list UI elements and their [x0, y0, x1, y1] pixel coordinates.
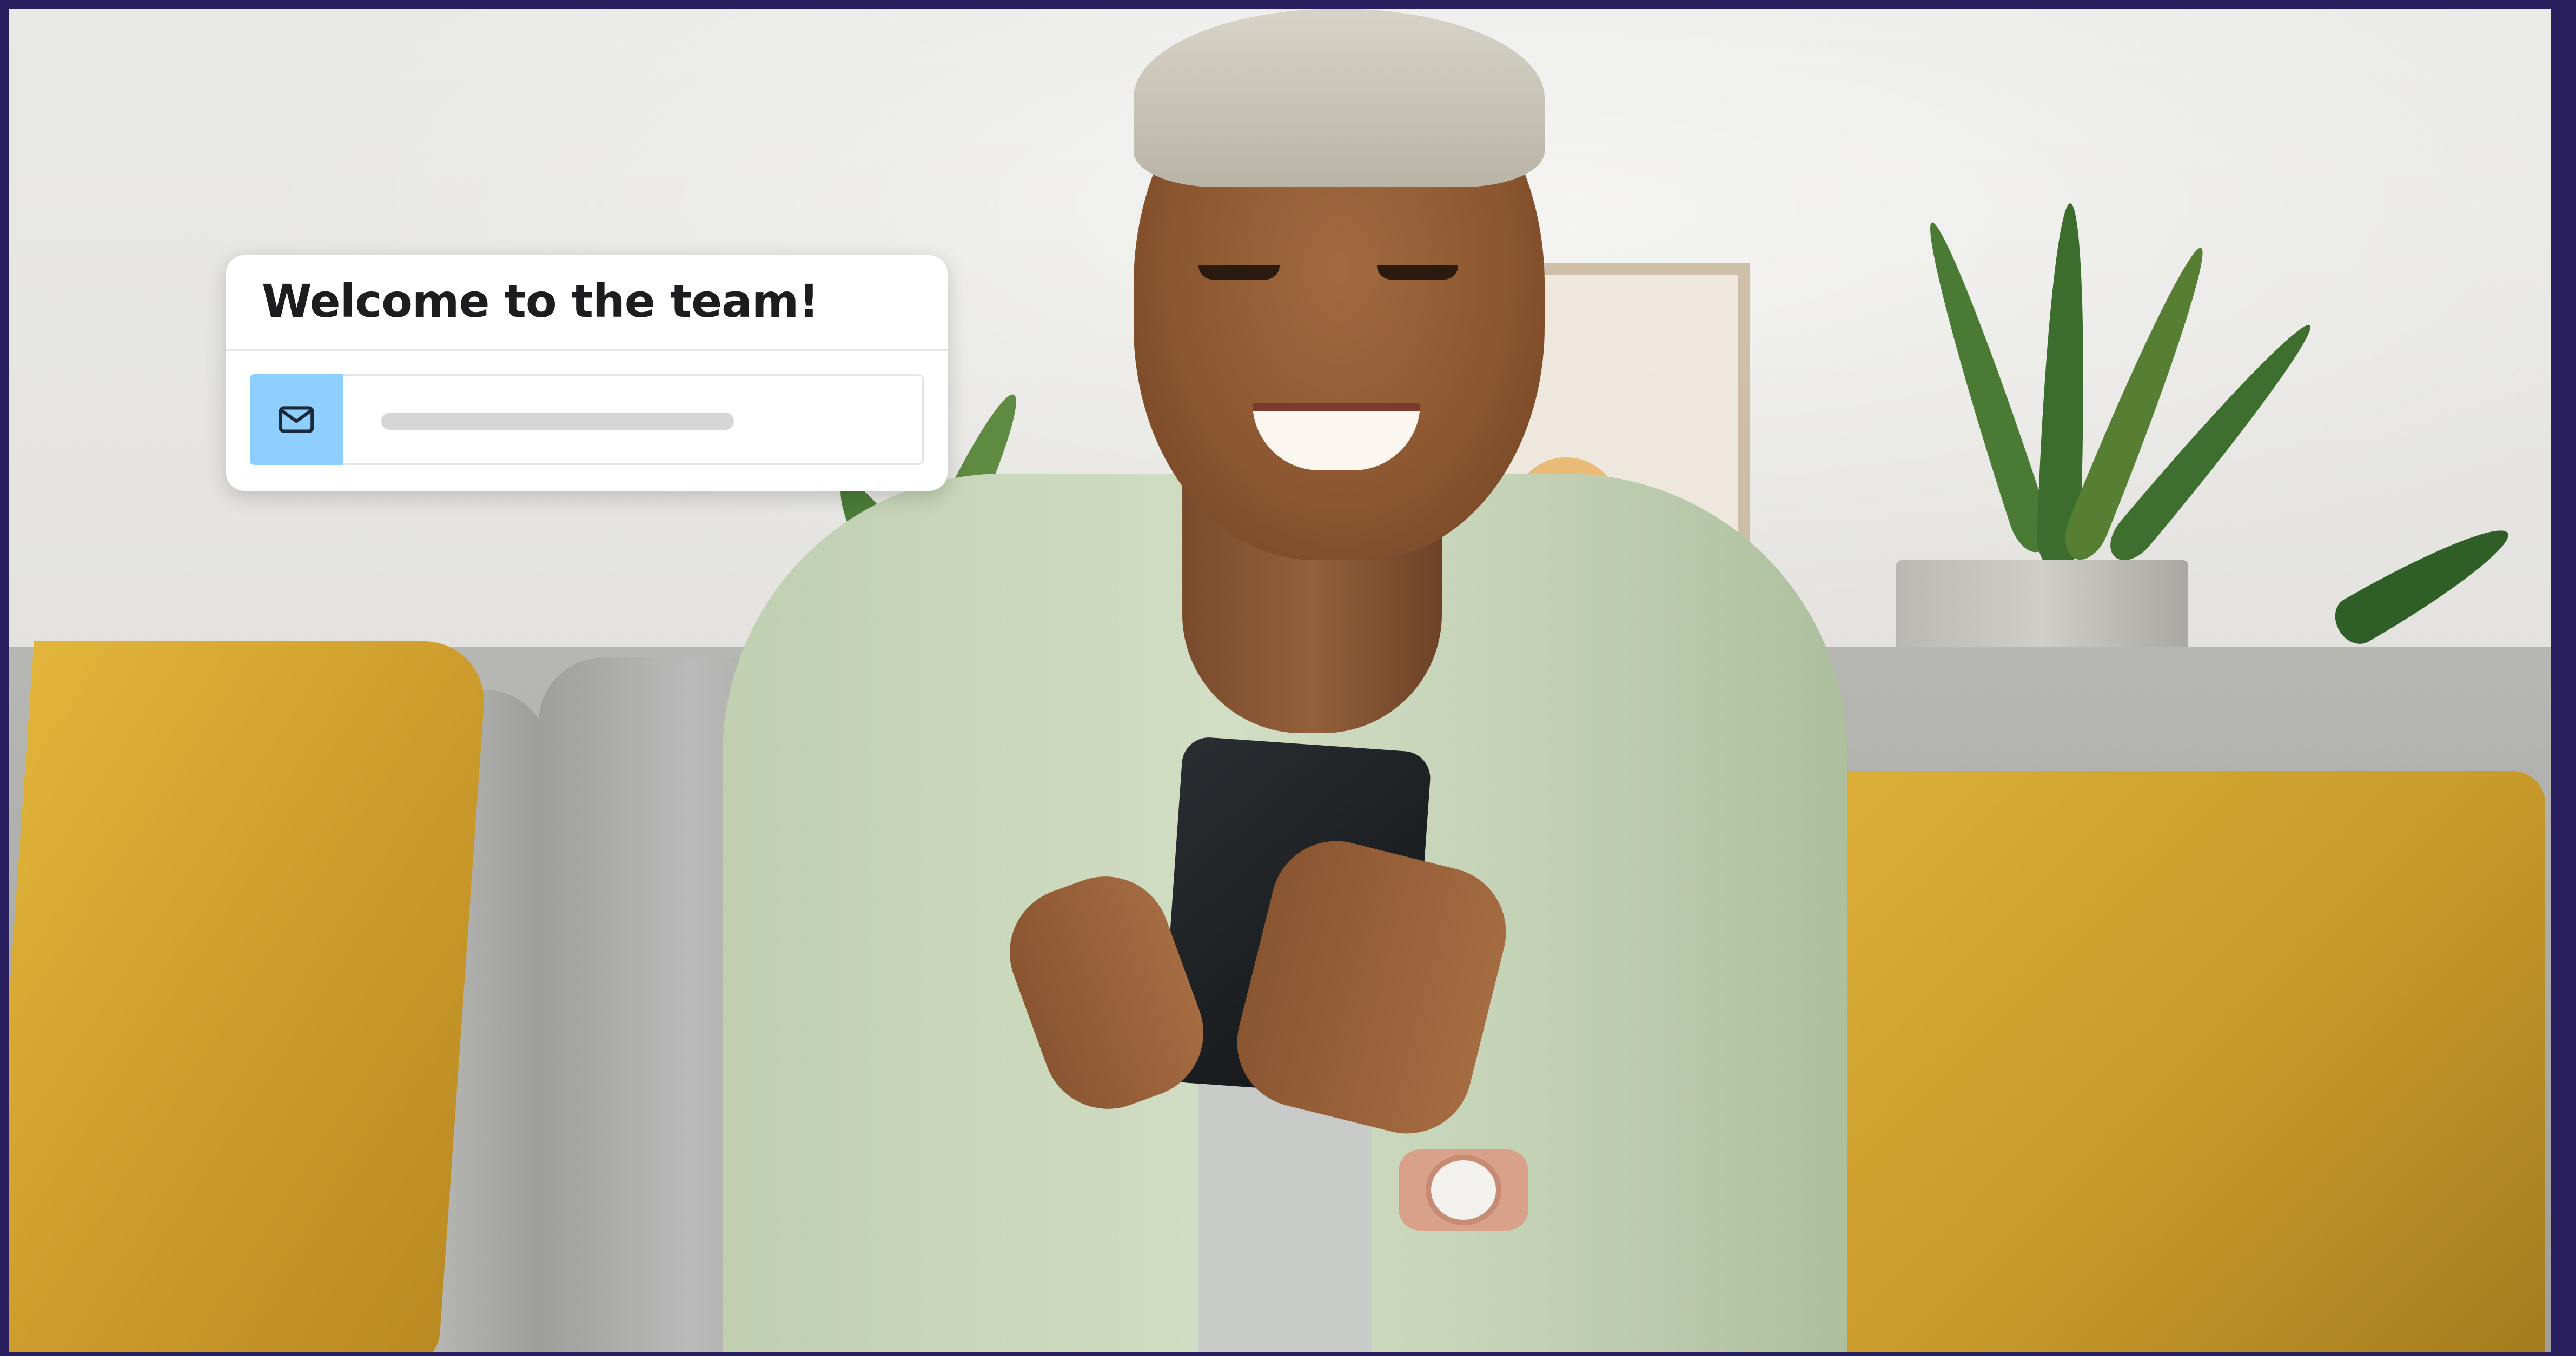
person-eye-right — [1377, 265, 1458, 280]
yellow-pillow-left — [9, 641, 488, 1352]
image-frame: Welcome to the team! — [0, 0, 2576, 1356]
photo-scene: Welcome to the team! — [9, 9, 2551, 1352]
card-divider — [226, 349, 948, 351]
mail-icon — [279, 406, 314, 433]
wristwatch-face — [1426, 1155, 1501, 1225]
yellow-pillow-right — [1756, 771, 2545, 1352]
person-hair — [1134, 9, 1545, 187]
email-preview-placeholder — [381, 413, 734, 430]
person-eye-left — [1198, 265, 1280, 280]
welcome-email-card: Welcome to the team! — [226, 255, 948, 491]
mail-icon-container — [250, 374, 343, 465]
card-title: Welcome to the team! — [262, 275, 819, 328]
email-message-row[interactable] — [250, 374, 924, 465]
